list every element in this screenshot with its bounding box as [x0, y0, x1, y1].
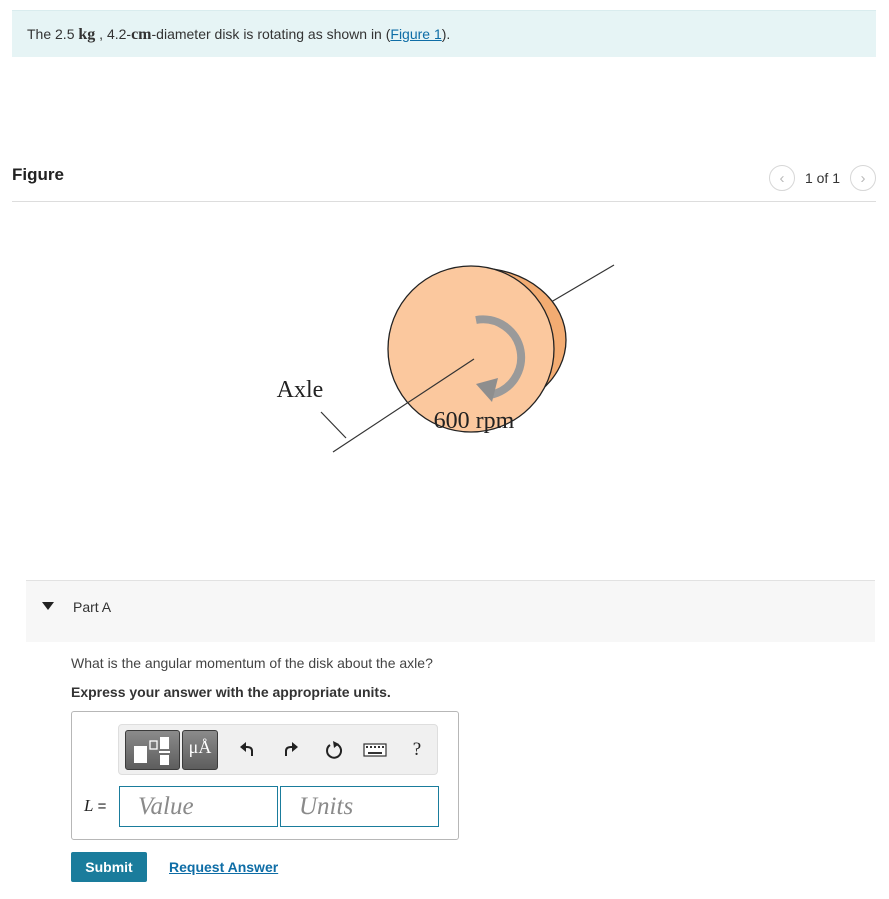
math-toolbar: μÅ ?: [118, 724, 438, 775]
figure-link[interactable]: Figure 1: [390, 26, 441, 42]
collapse-triangle-icon[interactable]: [42, 602, 54, 610]
rpm-label: 600 rpm: [434, 408, 515, 434]
keyboard-button[interactable]: [361, 735, 389, 765]
undo-icon: [240, 742, 253, 756]
disk-figure: Axle 600 rpm: [277, 264, 615, 453]
problem-prefix: The 2.5: [27, 26, 79, 42]
reset-button[interactable]: [320, 735, 348, 765]
previous-figure-button[interactable]: ‹: [768, 165, 795, 191]
axle-leader: [320, 411, 347, 439]
problem-statement: The 2.5 kg , 4.2-cm-diameter disk is rot…: [12, 10, 876, 57]
redo-icon: [285, 742, 298, 756]
value-input[interactable]: Value: [119, 786, 278, 827]
figure-title: Figure: [12, 165, 64, 184]
help-icon: ?: [412, 739, 422, 760]
pager-text: 1 of 1: [804, 170, 840, 186]
question-text: What is the angular momentum of the disk…: [71, 655, 433, 671]
units-icon: μÅ: [188, 737, 212, 757]
submit-button[interactable]: Submit: [71, 852, 147, 882]
chevron-right-icon: ›: [860, 169, 866, 187]
axle-label: Axle: [277, 377, 324, 403]
problem-suffix: -diameter disk is rotating as shown in (: [151, 26, 391, 42]
next-figure-button[interactable]: ›: [850, 165, 876, 191]
templates-icon: [134, 737, 170, 765]
part-a-header[interactable]: Part A: [26, 580, 875, 642]
reset-icon: [326, 741, 343, 759]
equals-sign: =: [93, 798, 107, 815]
answer-box: μÅ ? L = Value Units: [71, 711, 459, 840]
part-a-label: Part A: [73, 599, 112, 615]
figure-divider: [12, 201, 876, 202]
problem-sep: , 4.2-: [95, 26, 132, 42]
figure-pager: ‹ 1 of 1 ›: [768, 165, 876, 191]
variable-label: L =: [84, 796, 106, 816]
help-button[interactable]: ?: [403, 735, 431, 765]
instruction-text: Express your answer with the appropriate…: [71, 684, 391, 700]
redo-button[interactable]: [277, 735, 305, 765]
mass-unit: kg: [78, 26, 96, 43]
problem-close: ).: [441, 26, 451, 42]
problem-text: The 2.5 kg , 4.2-cm-diameter disk is rot…: [27, 26, 450, 44]
keyboard-icon: [363, 743, 387, 757]
undo-button[interactable]: [233, 735, 261, 765]
templates-button[interactable]: [125, 730, 180, 770]
axle-back: [545, 264, 615, 306]
chevron-left-icon: ‹: [779, 169, 785, 187]
length-unit: cm: [131, 26, 152, 43]
units-input[interactable]: Units: [280, 786, 439, 827]
units-button[interactable]: μÅ: [182, 730, 218, 770]
request-answer-link[interactable]: Request Answer: [169, 859, 278, 875]
